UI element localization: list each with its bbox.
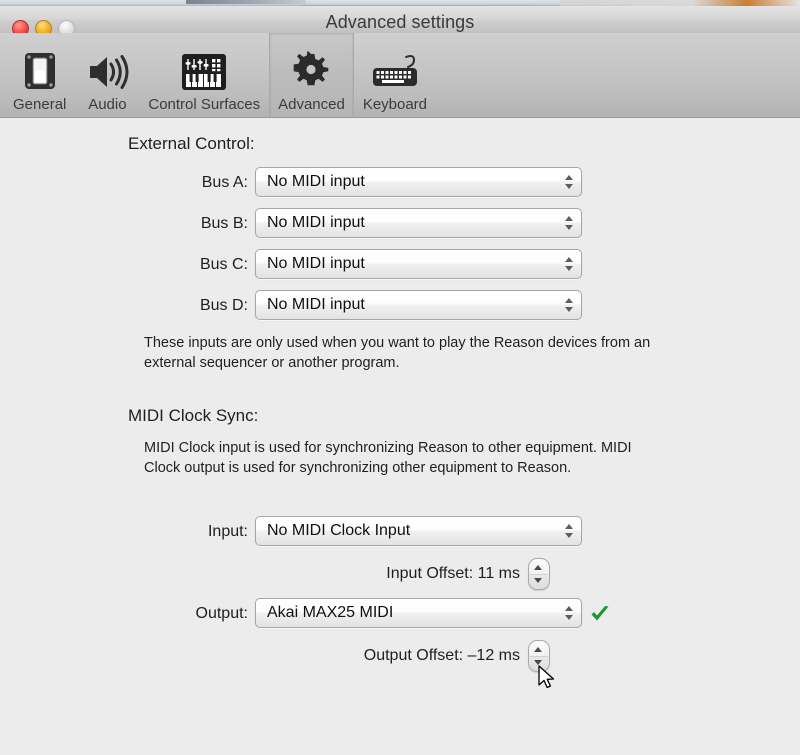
bus-d-label: Bus D:: [199, 297, 248, 314]
bus-c-label: Bus C:: [199, 256, 248, 273]
bus-b-select[interactable]: No MIDI input: [255, 208, 582, 238]
bus-c-select[interactable]: No MIDI input: [255, 249, 582, 279]
chevron-updown-icon: [559, 250, 581, 278]
tab-audio[interactable]: Audio: [75, 33, 139, 117]
clock-input-select[interactable]: No MIDI Clock Input: [255, 516, 582, 546]
tab-audio-label: Audio: [88, 96, 127, 113]
advanced-settings-window: Advanced settings General Audio Control …: [0, 0, 800, 755]
input-offset-label: Input Offset: 11 ms: [386, 565, 520, 582]
background-window-title-sliver: [186, 0, 306, 4]
input-offset-stepper[interactable]: [528, 558, 550, 590]
tab-control-surfaces[interactable]: Control Surfaces: [139, 33, 269, 117]
bus-a-select[interactable]: No MIDI input: [255, 167, 582, 197]
window-title: Advanced settings: [325, 12, 475, 32]
preferences-toolbar: General Audio Control Surfaces Advanced …: [0, 33, 800, 118]
chevron-updown-icon: [559, 517, 581, 545]
toolbar-tab-list: General Audio Control Surfaces Advanced …: [4, 33, 436, 117]
clock-input-label: Input:: [207, 523, 248, 540]
bus-a-value: No MIDI input: [267, 173, 365, 190]
output-offset-stepper[interactable]: [528, 640, 550, 672]
output-offset-label: Output Offset: –12 ms: [363, 647, 520, 664]
midi-keyboard-icon: [179, 47, 229, 93]
advanced-settings-pane: External Control: Bus A: No MIDI input B…: [0, 118, 800, 755]
clock-output-label: Output:: [195, 605, 248, 622]
bus-c-value: No MIDI input: [267, 255, 365, 272]
speaker-icon: [84, 47, 130, 93]
midi-clock-sync-help-text: MIDI Clock input is used for synchronizi…: [144, 440, 632, 476]
bus-b-label: Bus B:: [200, 215, 248, 232]
chevron-updown-icon: [559, 291, 581, 319]
chevron-updown-icon: [559, 599, 581, 627]
midi-clock-sync-heading: MIDI Clock Sync:: [128, 406, 259, 425]
external-control-help-text: These inputs are only used when you want…: [144, 335, 651, 371]
tab-keyboard[interactable]: Keyboard: [354, 33, 436, 117]
bus-a-label: Bus A:: [201, 174, 248, 191]
tab-advanced-label: Advanced: [278, 96, 345, 113]
clock-output-select[interactable]: Akai MAX25 MIDI: [255, 598, 582, 628]
chevron-updown-icon: [559, 209, 581, 237]
title-bar[interactable]: Advanced settings: [0, 6, 800, 37]
chevron-updown-icon: [559, 168, 581, 196]
computer-keyboard-icon: [369, 47, 421, 93]
external-control-heading: External Control:: [128, 134, 255, 153]
bus-d-select[interactable]: No MIDI input: [255, 290, 582, 320]
tab-general[interactable]: General: [4, 33, 75, 117]
clock-output-value: Akai MAX25 MIDI: [267, 604, 394, 621]
tab-advanced[interactable]: Advanced: [269, 33, 354, 117]
tab-control-surfaces-label: Control Surfaces: [148, 96, 261, 113]
green-check-icon: [588, 602, 612, 631]
general-icon: [18, 47, 62, 93]
bus-b-value: No MIDI input: [267, 214, 365, 231]
gear-icon: [289, 47, 333, 93]
bus-d-value: No MIDI input: [267, 296, 365, 313]
tab-general-label: General: [13, 96, 67, 113]
tab-keyboard-label: Keyboard: [362, 96, 428, 113]
clock-input-value: No MIDI Clock Input: [267, 522, 411, 539]
